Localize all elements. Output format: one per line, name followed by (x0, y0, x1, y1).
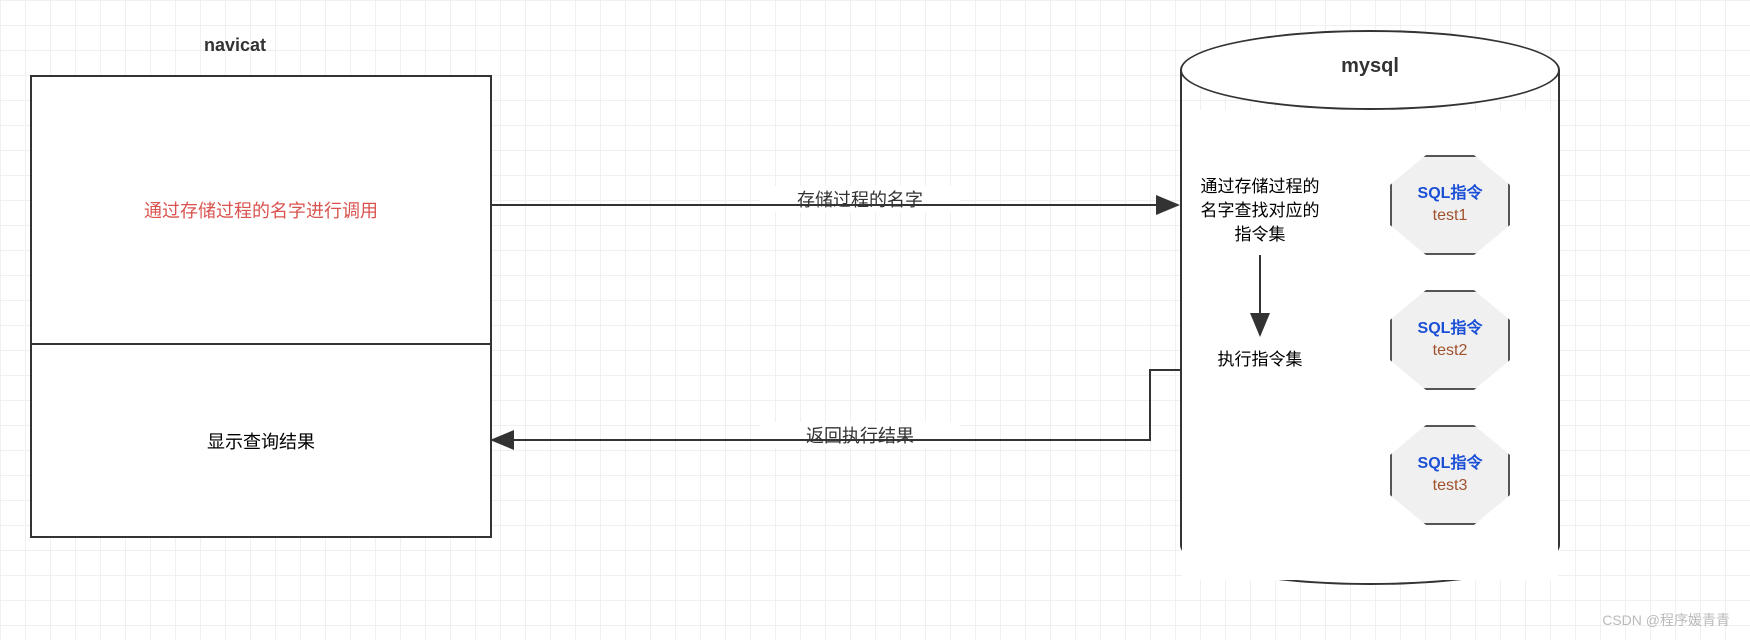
navicat-title: navicat (160, 35, 310, 56)
mysql-execute-label: 执行指令集 (1200, 348, 1320, 372)
mysql-cylinder: mysql 通过存储过程的名字查找对应的指令集 执行指令集 SQL指令 test… (1180, 30, 1560, 585)
sql-name-3: test3 (1433, 475, 1468, 497)
sql-name-2: test2 (1433, 340, 1468, 362)
sql-name-1: test1 (1433, 205, 1468, 227)
navicat-call-box: 通过存储过程的名字进行调用 (30, 75, 492, 345)
navicat-result-box: 显示查询结果 (30, 343, 492, 538)
sql-proc-3: SQL指令 test3 (1390, 425, 1510, 525)
mysql-title: mysql (1180, 55, 1560, 78)
sql-proc-1: SQL指令 test1 (1390, 155, 1510, 255)
sql-label-1: SQL指令 (1418, 183, 1483, 205)
mysql-lookup-label: 通过存储过程的名字查找对应的指令集 (1200, 175, 1320, 246)
sql-label-3: SQL指令 (1418, 453, 1483, 475)
navicat-call-text: 通过存储过程的名字进行调用 (144, 197, 378, 223)
sql-proc-2: SQL指令 test2 (1390, 290, 1510, 390)
arrow-label-from-mysql: 返回执行结果 (760, 422, 960, 448)
arrow-label-to-mysql: 存储过程的名字 (760, 186, 960, 212)
diagram-stage: navicat 通过存储过程的名字进行调用 显示查询结果 存储过程的名字 返回执… (0, 0, 1750, 640)
navicat-result-text: 显示查询结果 (207, 428, 315, 454)
watermark: CSDN @程序媛青青 (1602, 610, 1730, 630)
sql-label-2: SQL指令 (1418, 318, 1483, 340)
